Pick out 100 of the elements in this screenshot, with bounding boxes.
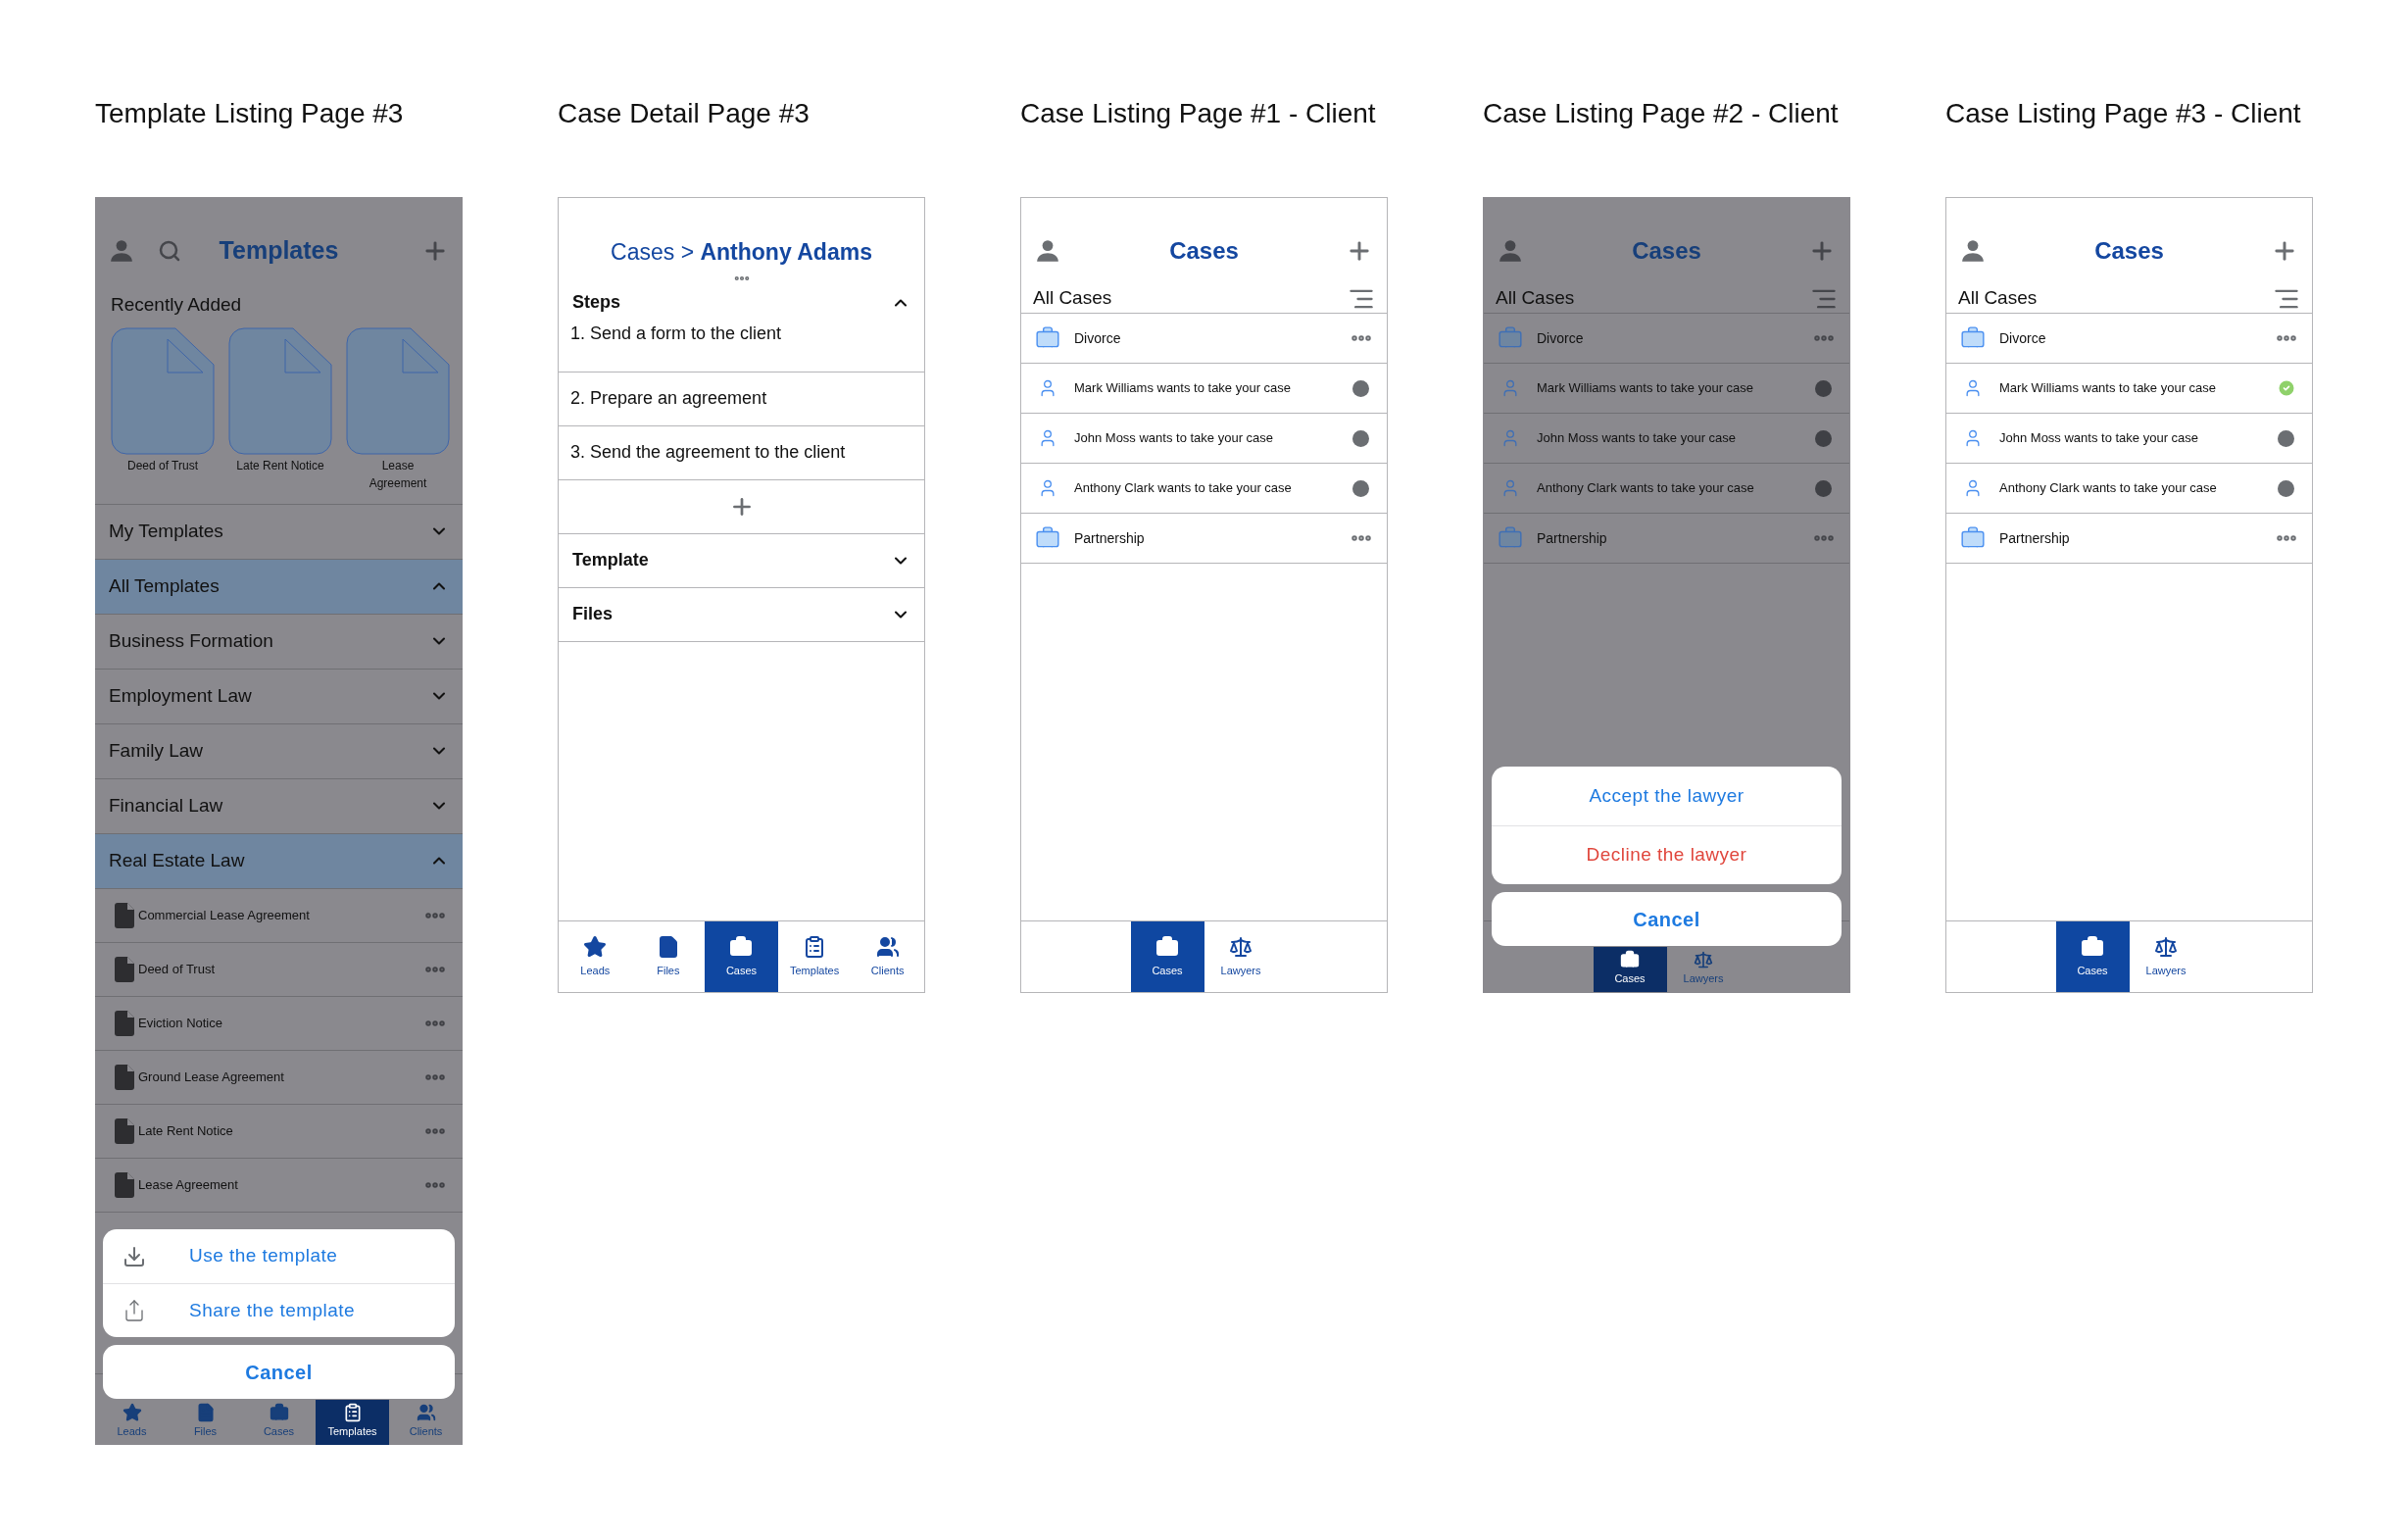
tab[interactable]: Cases — [2055, 921, 2130, 992]
action-button[interactable]: Share the template — [103, 1283, 455, 1337]
tab[interactable]: Files — [169, 1400, 242, 1445]
file-icon — [115, 1118, 134, 1144]
template-name[interactable]: Late Rent Notice — [138, 1120, 419, 1141]
section-row[interactable]: Real Estate Law — [95, 833, 463, 889]
section-label: My Templates — [109, 519, 223, 543]
section-row[interactable]: My Templates — [95, 504, 463, 560]
file-icon — [115, 1010, 134, 1036]
user-icon[interactable] — [1960, 238, 1986, 264]
screen-title: Cases — [1169, 236, 1239, 266]
tab[interactable]: Lawyers — [1666, 947, 1741, 992]
tab[interactable]: Cases — [1593, 947, 1667, 992]
screen-caption: Template Listing Page #3 — [95, 97, 405, 130]
section-label: Employment Law — [109, 683, 252, 708]
section-row[interactable]: All Templates — [95, 559, 463, 615]
tab[interactable]: Files — [631, 921, 706, 992]
briefcase-icon — [1155, 934, 1179, 959]
section-row[interactable]: Employment Law — [95, 669, 463, 724]
scales-icon — [1229, 934, 1253, 959]
file-icon — [115, 956, 134, 982]
tab[interactable]: Leads — [559, 921, 632, 992]
step-item[interactable]: 2. Prepare an agreement — [570, 385, 767, 412]
step-item[interactable]: 3. Send the agreement to the client — [570, 439, 846, 466]
case-name[interactable]: Divorce — [1537, 327, 1798, 349]
breadcrumb[interactable]: Cases > Anthony Adams — [611, 235, 872, 270]
template-name[interactable]: Ground Lease Agreement — [138, 1067, 419, 1087]
steps-header[interactable]: Steps — [559, 286, 924, 319]
tab[interactable]: Clients — [389, 1400, 463, 1445]
list-heading: All Cases — [1496, 286, 1575, 311]
scales-icon — [1694, 949, 1713, 969]
cancel-button[interactable]: Cancel — [1492, 892, 1842, 946]
tab[interactable]: Clients — [851, 921, 924, 992]
user-icon[interactable] — [1035, 238, 1060, 264]
list-heading: All Cases — [1033, 286, 1112, 311]
request-text[interactable]: Anthony Clark wants to take your case — [1074, 478, 1339, 498]
document-label: Late Rent Notice — [236, 457, 324, 474]
request-text[interactable]: Mark Williams wants to take your case — [1074, 378, 1339, 398]
panel-header[interactable]: Files — [559, 587, 924, 642]
section-row[interactable]: Business Formation — [95, 614, 463, 670]
request-text[interactable]: John Moss wants to take your case — [1074, 428, 1339, 448]
star-icon — [583, 934, 608, 959]
screen-caption: Case Listing Page #2 - Client — [1483, 97, 1840, 130]
share-icon — [123, 1299, 146, 1322]
briefcase-icon — [2081, 934, 2104, 959]
section-label: Business Formation — [109, 628, 273, 653]
section-label: Real Estate Law — [109, 848, 245, 872]
document-label: Deed of Trust — [126, 457, 198, 474]
section-row[interactable]: Family Law — [95, 723, 463, 779]
screen-caption: Case Listing Page #3 - Client — [1945, 97, 2302, 130]
panel-header[interactable]: Template — [559, 533, 924, 588]
tab[interactable]: Leads — [95, 1400, 169, 1445]
action-button[interactable]: Accept the lawyer — [1492, 767, 1842, 825]
template-name[interactable]: Lease Agreement — [138, 1174, 419, 1195]
case-name[interactable]: Partnership — [1074, 527, 1336, 549]
user-icon[interactable] — [109, 238, 134, 264]
action-button[interactable]: Use the template — [103, 1229, 455, 1283]
request-text[interactable]: John Moss wants to take your case — [1999, 428, 2264, 448]
briefcase-icon — [1620, 949, 1640, 969]
request-text[interactable]: John Moss wants to take your case — [1537, 428, 1801, 448]
template-name[interactable]: Commercial Lease Agreement — [138, 905, 419, 925]
file-icon — [115, 1171, 134, 1198]
cancel-button[interactable]: Cancel — [103, 1345, 455, 1399]
document-label: Lease Agreement — [368, 457, 428, 492]
file-icon — [115, 902, 134, 928]
search-icon[interactable] — [158, 239, 181, 263]
section-row[interactable]: Financial Law — [95, 778, 463, 834]
tab[interactable]: Cases — [242, 1400, 316, 1445]
tab[interactable]: Templates — [777, 921, 852, 992]
tab[interactable]: Cases — [1130, 921, 1204, 992]
tab[interactable]: Cases — [705, 921, 778, 992]
tab[interactable]: Templates — [316, 1400, 389, 1445]
briefcase-icon — [269, 1402, 289, 1422]
list-heading: All Cases — [1958, 286, 2038, 311]
briefcase-icon — [729, 934, 754, 959]
case-name[interactable]: Partnership — [1537, 527, 1798, 549]
section-label: Financial Law — [109, 793, 223, 818]
file-icon — [115, 1064, 134, 1090]
request-text[interactable]: Mark Williams wants to take your case — [1537, 378, 1801, 398]
download-icon — [123, 1244, 146, 1268]
section-label: Family Law — [109, 738, 204, 763]
screen-caption: Case Detail Page #3 — [558, 97, 811, 130]
tab[interactable]: Lawyers — [1204, 921, 1278, 992]
template-name[interactable]: Eviction Notice — [138, 1013, 419, 1033]
template-name[interactable]: Deed of Trust — [138, 959, 419, 979]
action-button[interactable]: Decline the lawyer — [1492, 825, 1842, 884]
user-icon[interactable] — [1498, 238, 1523, 264]
tab[interactable]: Lawyers — [2129, 921, 2203, 992]
screen-title: Templates — [219, 235, 339, 267]
request-text[interactable]: Anthony Clark wants to take your case — [1537, 478, 1801, 498]
case-name[interactable]: Divorce — [1074, 327, 1336, 349]
scales-icon — [2154, 934, 2178, 959]
case-name[interactable]: Divorce — [1999, 327, 2261, 349]
request-text[interactable]: Anthony Clark wants to take your case — [1999, 478, 2264, 498]
case-name[interactable]: Partnership — [1999, 527, 2261, 549]
people-icon — [875, 934, 900, 959]
request-text[interactable]: Mark Williams wants to take your case — [1999, 378, 2263, 398]
screen-title: Cases — [2094, 236, 2164, 266]
section-label: All Templates — [109, 573, 220, 598]
step-item[interactable]: 1. Send a form to the client — [570, 320, 782, 347]
